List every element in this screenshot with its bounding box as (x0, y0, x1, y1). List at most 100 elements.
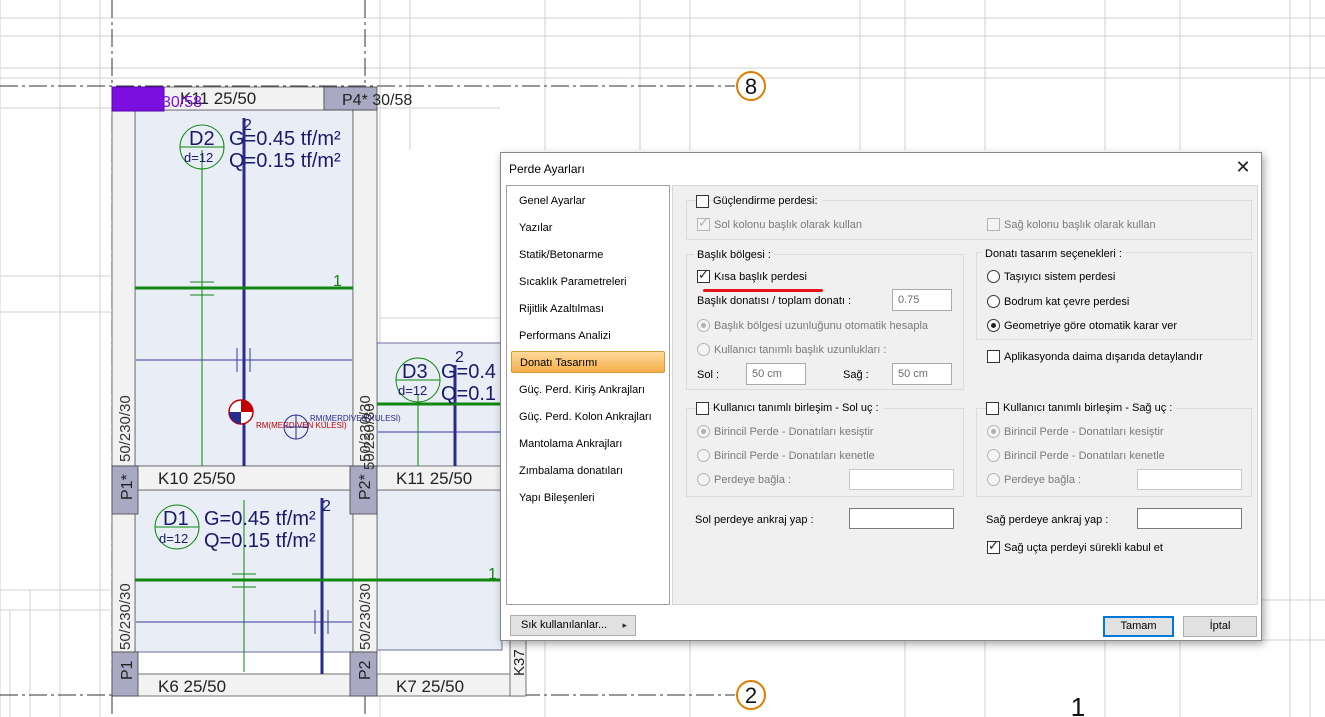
design-opt3-radio[interactable] (987, 319, 1000, 332)
svg-text:d=12: d=12 (398, 383, 427, 398)
svg-text:D1: D1 (163, 508, 189, 530)
design-opt3-label: Geometriye göre otomatik karar ver (1004, 320, 1178, 332)
nav-item-guc-perd-kolon-ankrajlari[interactable]: Güç. Perd. Kolon Ankrajları (511, 406, 665, 428)
right-length-label: Sağ : (843, 369, 869, 381)
ok-button[interactable]: Tamam (1103, 616, 1174, 637)
svg-text:G=0.45 tf/m²: G=0.45 tf/m² (204, 508, 316, 530)
outside-detail-checkbox[interactable] (987, 350, 1000, 363)
annotation-underline (703, 289, 823, 292)
right-joint-checkbox[interactable] (986, 402, 999, 415)
right-joint-label: Kullanıcı tanımlı birleşim - Sağ uç : (1003, 401, 1177, 415)
nav-item-donati-tasarimi[interactable]: Donatı Tasarımı (511, 351, 665, 373)
left-joint-opt3-radio[interactable] (697, 473, 710, 486)
design-opt1-radio[interactable] (987, 270, 1000, 283)
svg-text:G=0.4: G=0.4 (441, 361, 496, 383)
nav-item-genel-ayarlar[interactable]: Genel Ayarlar (511, 190, 665, 212)
column-label: P4* 30/58 (342, 92, 412, 109)
left-joint-opt1-label: Birincil Perde - Donatıları kesiştir (714, 426, 874, 438)
nav-item-mantolama-ankrajlari[interactable]: Mantolama Ankrajları (511, 433, 665, 455)
svg-text:Q=0.15 tf/m²: Q=0.15 tf/m² (229, 150, 341, 172)
wall-label: 50/230/30 (357, 583, 374, 650)
right-joint-wall-input[interactable] (1137, 469, 1242, 490)
design-options-title: Donatı tasarım seçenekleri : (982, 247, 1125, 261)
beam-label: K10 25/50 (158, 469, 236, 488)
favorites-button[interactable]: Sık kullanılanlar... ▸ (510, 615, 636, 636)
left-length-label: Sol : (697, 369, 720, 381)
nav-item-rijitlik-azaltilmasi[interactable]: Rijitlik Azaltılması (511, 298, 665, 320)
right-joint-opt3-label: Perdeye bağla : (1004, 474, 1082, 486)
nav-item-guc-perd-kiris-ankrajlari[interactable]: Güç. Perd. Kiriş Ankrajları (511, 379, 665, 401)
right-col-head-checkbox[interactable] (987, 218, 1000, 231)
right-joint-opt1-label: Birincil Perde - Donatıları kesiştir (1004, 426, 1164, 438)
ratio-label: Başlık donatısı / toplam donatı : (697, 295, 852, 307)
nav-item-zimbalama-donatilari[interactable]: Zımbalama donatıları (511, 460, 665, 482)
column-label: P2 (357, 660, 374, 680)
settings-nav-list: Genel Ayarlar Yazılar Statik/Betonarme S… (506, 185, 670, 605)
right-joint-opt1-radio[interactable] (987, 425, 1000, 438)
close-icon[interactable]: ✕ (1231, 156, 1255, 180)
wall-label: 50/230/30 (117, 395, 134, 462)
design-opt2-radio[interactable] (987, 295, 1000, 308)
strengthening-checkbox[interactable] (696, 195, 709, 208)
stair-label: RM(MERDİVEN KULESİ) (310, 414, 401, 423)
user-length-label: Kullanıcı tanımlı başlık uzunlukları : (714, 344, 887, 356)
axis-bubble-8: 8 (736, 71, 766, 101)
auto-length-label: Başlık bölgesi uzunluğunu otomatik hesap… (714, 320, 929, 332)
svg-text:D2: D2 (189, 128, 215, 150)
strengthening-label: Güçlendirme perdesi: (713, 194, 822, 208)
left-anchor-input[interactable] (849, 508, 954, 529)
left-joint-label: Kullanıcı tanımlı birleşim - Sol uç : (713, 401, 883, 415)
donati-tasarimi-panel: Güçlendirme perdesi: Sol kolonu başlık o… (672, 185, 1258, 605)
svg-text:1: 1 (488, 566, 497, 583)
beam-label: K7 25/50 (396, 677, 464, 696)
right-joint-opt3-radio[interactable] (987, 473, 1000, 486)
favorites-label: Sık kullanılanlar... (521, 619, 608, 631)
selected-column[interactable] (111, 86, 165, 112)
slab-d3b-area[interactable] (376, 489, 503, 651)
left-joint-opt2-radio[interactable] (697, 449, 710, 462)
left-joint-opt3-label: Perdeye bağla : (714, 474, 792, 486)
left-joint-opt1-radio[interactable] (697, 425, 710, 438)
axis-label: 2 (745, 683, 757, 708)
svg-text:Q=0.1: Q=0.1 (441, 383, 496, 405)
right-col-head-label: Sağ kolonu başlık olarak kullan (1004, 219, 1156, 231)
left-col-head-label: Sol kolonu başlık olarak kullan (714, 219, 862, 231)
nav-item-yazilar[interactable]: Yazılar (511, 217, 665, 239)
head-region-title: Başlık bölgesi : (694, 248, 774, 262)
left-col-head-checkbox[interactable] (697, 216, 710, 231)
cancel-button[interactable]: İptal (1183, 616, 1257, 637)
left-joint-checkbox[interactable] (696, 402, 709, 415)
perde-settings-dialog: Perde Ayarları ✕ Genel Ayarlar Yazılar S… (500, 152, 1262, 641)
axis-label: 8 (745, 74, 757, 99)
svg-text:d=12: d=12 (184, 150, 213, 165)
dialog-title: Perde Ayarları (509, 162, 585, 176)
right-joint-opt2-label: Birincil Perde - Donatıları kenetle (1004, 450, 1165, 462)
column-label: P1 (119, 660, 136, 680)
nav-item-yapi-bilesenleri[interactable]: Yapı Bileşenleri (511, 487, 665, 509)
right-anchor-label: Sağ perdeye ankraj yap : (986, 514, 1109, 526)
right-length-input[interactable]: 50 cm (892, 363, 952, 385)
chevron-right-icon: ▸ (622, 620, 627, 630)
short-head-checkbox[interactable] (697, 268, 710, 283)
ratio-input[interactable]: 0.75 (892, 289, 952, 311)
left-joint-wall-input[interactable] (849, 469, 954, 490)
nav-item-sicaklik-parametreleri[interactable]: Sıcaklık Parametreleri (511, 271, 665, 293)
auto-length-radio[interactable] (697, 319, 710, 332)
left-length-input[interactable]: 50 cm (746, 363, 806, 385)
column-label: 30/58 (162, 94, 202, 111)
nav-item-statik-betonarme[interactable]: Statik/Betonarme (511, 244, 665, 266)
right-anchor-input[interactable] (1137, 508, 1242, 529)
column-label: P1* (119, 474, 136, 500)
right-joint-opt2-radio[interactable] (987, 449, 1000, 462)
user-length-radio[interactable] (697, 343, 710, 356)
right-continuous-label: Sağ uçta perdeyi sürekli kabul et (1004, 542, 1163, 554)
wall-label: 50/230/30 (117, 583, 134, 650)
beam-label: K11 25/50 (396, 469, 472, 488)
svg-text:d=12: d=12 (159, 531, 188, 546)
left-joint-opt2-label: Birincil Perde - Donatıları kenetle (714, 450, 875, 462)
svg-text:2: 2 (243, 117, 252, 134)
right-continuous-checkbox[interactable] (987, 539, 1000, 554)
beam-label: K37 (511, 649, 528, 676)
svg-text:2: 2 (322, 498, 331, 515)
nav-item-performans-analizi[interactable]: Performans Analizi (511, 325, 665, 347)
